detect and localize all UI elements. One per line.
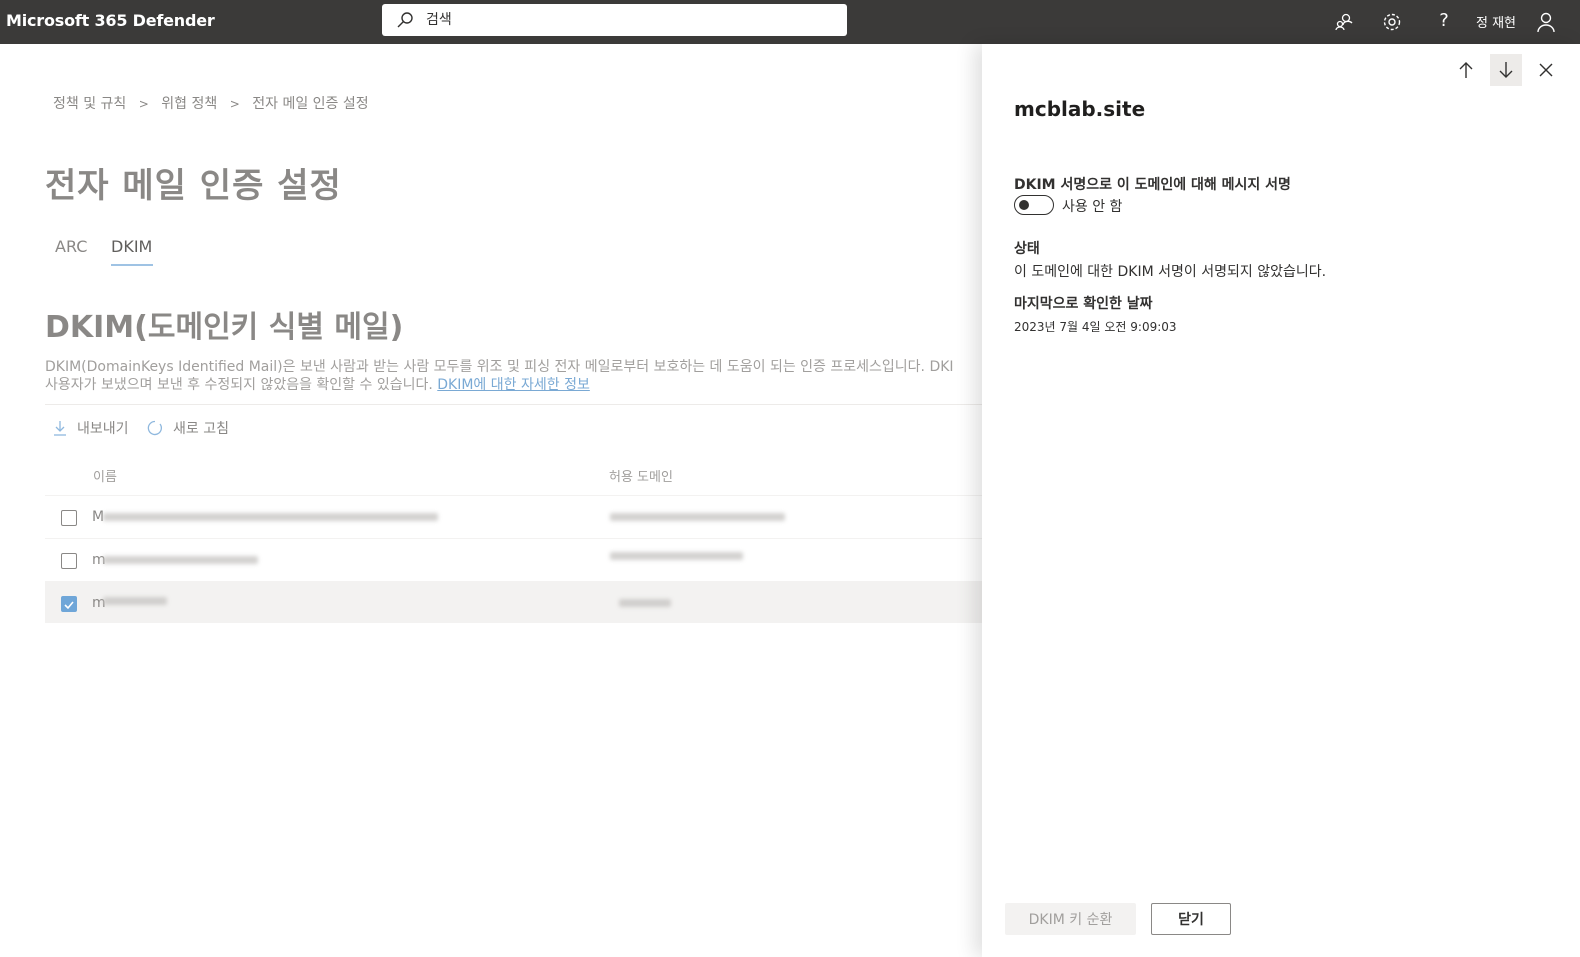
redacted-name [103, 556, 258, 564]
redacted-domain [610, 552, 743, 560]
tab-arc[interactable]: ARC [55, 237, 87, 256]
redacted-name [103, 597, 167, 605]
redacted-name [103, 513, 438, 521]
download-icon [54, 421, 66, 436]
refresh-icon [147, 420, 163, 436]
search-icon [397, 12, 413, 28]
status-value: 이 도메인에 대한 DKIM 서명이 서명되지 않았습니다. [1014, 264, 1327, 280]
panel-title: mcblab.site [1014, 97, 1146, 121]
community-icon[interactable] [1332, 10, 1356, 34]
breadcrumb-separator: > [229, 97, 240, 111]
user-name[interactable]: 정 재현 [1476, 12, 1516, 31]
dkim-sign-label: DKIM 서명으로 이 도메인에 대해 메시지 서명 [1014, 177, 1291, 193]
section-title: DKIM(도메인키 식별 메일) [45, 310, 404, 345]
breadcrumb: 정책 및 규칙 > 위협 정책 > 전자 메일 인증 설정 [53, 93, 369, 113]
active-tab-indicator [111, 264, 153, 266]
close-panel-button[interactable] [1530, 54, 1562, 86]
previous-item-button[interactable] [1450, 54, 1482, 86]
column-header-name[interactable]: 이름 [93, 466, 117, 485]
breadcrumb-item-email-auth: 전자 메일 인증 설정 [252, 96, 369, 112]
search-box[interactable] [382, 4, 847, 36]
search-input[interactable] [426, 10, 826, 30]
help-icon[interactable]: ? [1432, 10, 1456, 34]
row-checkbox[interactable] [61, 510, 77, 526]
checkmark-icon [64, 601, 74, 610]
refresh-button[interactable]: 새로 고침 [147, 418, 229, 438]
table-row[interactable]: m [45, 581, 982, 623]
refresh-label: 새로 고침 [173, 421, 229, 437]
gear-icon[interactable] [1380, 10, 1404, 34]
section-description: DKIM(DomainKeys Identified Mail)은 보낸 사람과… [45, 358, 985, 394]
tab-dkim[interactable]: DKIM [111, 237, 152, 256]
top-bar: Microsoft 365 Defender ? 정 재현 [0, 0, 1580, 44]
divider [45, 404, 982, 405]
table-row[interactable]: m [45, 538, 982, 580]
breadcrumb-separator: > [138, 97, 149, 111]
redacted-domain [619, 599, 671, 607]
dkim-sign-toggle[interactable] [1014, 195, 1054, 215]
export-label: 내보내기 [77, 421, 129, 437]
redacted-domain [610, 513, 785, 521]
description-line-1: DKIM(DomainKeys Identified Mail)은 보낸 사람과… [45, 359, 954, 375]
row-checkbox[interactable] [61, 596, 77, 612]
next-item-button[interactable] [1490, 54, 1522, 86]
status-label: 상태 [1014, 241, 1040, 257]
breadcrumb-item-threat-policies[interactable]: 위협 정책 [161, 93, 217, 113]
column-header-accepted-domain[interactable]: 허용 도메인 [609, 466, 673, 485]
details-panel: mcblab.site DKIM 서명으로 이 도메인에 대해 메시지 서명 사… [982, 44, 1580, 957]
last-checked-label: 마지막으로 확인한 날짜 [1014, 296, 1153, 312]
table-row[interactable]: M [45, 495, 982, 537]
export-button[interactable]: 내보내기 [53, 418, 129, 438]
learn-more-link[interactable]: DKIM에 대한 자세한 정보 [437, 377, 590, 393]
rotate-dkim-keys-button[interactable]: DKIM 키 순환 [1005, 903, 1136, 935]
description-line-2: 사용자가 보냈으며 보낸 후 수정되지 않았음을 확인할 수 있습니다. [45, 377, 438, 393]
close-button[interactable]: 닫기 [1151, 903, 1231, 935]
toggle-state-label: 사용 안 함 [1062, 199, 1123, 215]
row-checkbox[interactable] [61, 553, 77, 569]
close-icon [1539, 63, 1553, 77]
arrow-up-icon [1459, 62, 1473, 78]
last-checked-value: 2023년 7월 4일 오전 9:09:03 [1014, 320, 1177, 334]
app-title[interactable]: Microsoft 365 Defender [6, 11, 215, 30]
arrow-down-icon [1499, 62, 1513, 78]
user-icon[interactable] [1534, 10, 1558, 34]
page-title: 전자 메일 인증 설정 [45, 166, 342, 206]
toggle-knob [1019, 200, 1029, 210]
breadcrumb-item-policies[interactable]: 정책 및 규칙 [53, 93, 126, 113]
